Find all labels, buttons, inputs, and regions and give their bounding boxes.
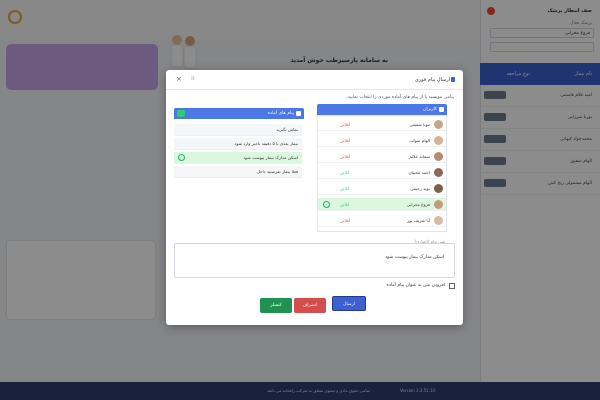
cancel-button-label: انصراف	[302, 303, 318, 308]
check-icon: ✓	[178, 154, 185, 161]
ready-messages-list: تماس بگیرید بیمار بعدی با ۵ دقیقه تاخیر …	[174, 124, 304, 180]
user-row[interactable]: احمد محبیان آنلاین	[318, 166, 446, 179]
send-button[interactable]: ارسال	[332, 296, 366, 311]
user-name: آنا شریف پور	[407, 218, 430, 223]
user-name: الهام صولت	[409, 138, 430, 143]
user-avatar	[434, 136, 443, 145]
cancel-button[interactable]: انصراف	[294, 298, 326, 313]
user-row-selected[interactable]: فروغ محرابی آنلاین ✓	[318, 198, 446, 211]
save-as-ready-checkbox[interactable]	[449, 283, 455, 289]
ready-message-text: تماس بگیرید	[276, 127, 298, 132]
dialog-title: ارسال پیام فوری	[414, 77, 450, 83]
message-textarea-value: اسکن مدارک بیمار پیوست شود	[385, 255, 444, 260]
user-row[interactable]: سمانه علائم آفلاین	[318, 150, 446, 163]
check-icon: ✓	[323, 201, 330, 208]
messages-panel-title: پیام های آماده	[267, 111, 294, 116]
dialog-divider	[166, 89, 463, 90]
user-avatar	[434, 216, 443, 225]
user-name: مونا شفیعی	[409, 122, 430, 127]
user-row[interactable]: مونا شفیعی آفلاین	[318, 118, 446, 131]
user-avatar	[434, 184, 443, 193]
message-textarea[interactable]: اسکن مدارک بیمار پیوست شود	[174, 243, 455, 278]
user-status: آنلاین	[340, 170, 350, 175]
user-avatar	[434, 200, 443, 209]
user-row[interactable]: آنا شریف پور آفلاین	[318, 214, 446, 227]
user-avatar	[434, 120, 443, 129]
ready-message-item[interactable]: تماس بگیرید	[174, 124, 302, 136]
users-panel-title: کاربران	[423, 107, 437, 112]
drag-handle-icon[interactable]: ⁞⁞	[191, 75, 195, 82]
message-list-icon	[296, 111, 301, 116]
close-icon[interactable]: ×	[176, 75, 182, 83]
save-as-ready-label: افزودن متن به عنوان پیام آماده	[386, 283, 445, 288]
users-panel-header: کاربران	[317, 104, 447, 115]
ready-message-text: فعلا بیمار نفرستید داخل	[256, 169, 298, 174]
user-name: فروغ محرابی	[406, 202, 430, 207]
new-ready-message-label: کنسلر	[270, 303, 282, 308]
ready-message-item[interactable]: فعلا بیمار نفرستید داخل	[174, 166, 302, 178]
users-list: مونا شفیعی آفلاین الهام صولت آفلاین سمان…	[317, 115, 447, 232]
dialog-instructions: پیامی بنویسید یا از پیام های آماده موردی…	[346, 95, 454, 100]
user-row[interactable]: الهام صولت آفلاین	[318, 134, 446, 147]
message-icon	[451, 77, 455, 82]
send-button-label: ارسال	[343, 302, 355, 307]
ready-message-text: بیمار بعدی با ۵ دقیقه تاخیر وارد شود	[234, 141, 298, 146]
users-icon	[439, 107, 444, 112]
user-name: احمد محبیان	[408, 170, 430, 175]
user-avatar	[434, 168, 443, 177]
user-status: آنلاین	[340, 202, 350, 207]
new-ready-message-button[interactable]: کنسلر	[260, 298, 292, 313]
user-status: آفلاین	[340, 218, 351, 223]
ready-message-item-selected[interactable]: اسکن مدارک بیمار پیوست شود ✓	[174, 152, 302, 164]
user-status: آنلاین	[340, 186, 350, 191]
user-status: آفلاین	[340, 138, 351, 143]
ready-message-item[interactable]: بیمار بعدی با ۵ دقیقه تاخیر وارد شود	[174, 138, 302, 150]
user-avatar	[434, 152, 443, 161]
user-name: نوید رحیمی	[410, 186, 430, 191]
ready-message-text: اسکن مدارک بیمار پیوست شود	[243, 155, 298, 160]
urgent-message-dialog: ارسال پیام فوری × ⁞⁞ پیامی بنویسید یا از…	[166, 70, 463, 325]
messages-panel-header: پیام های آماده	[174, 108, 304, 119]
user-status: آفلاین	[340, 154, 351, 159]
toggle-icon[interactable]	[177, 110, 185, 117]
user-row[interactable]: نوید رحیمی آنلاین	[318, 182, 446, 195]
user-name: سمانه علائم	[409, 154, 430, 159]
user-status: آفلاین	[340, 122, 351, 127]
